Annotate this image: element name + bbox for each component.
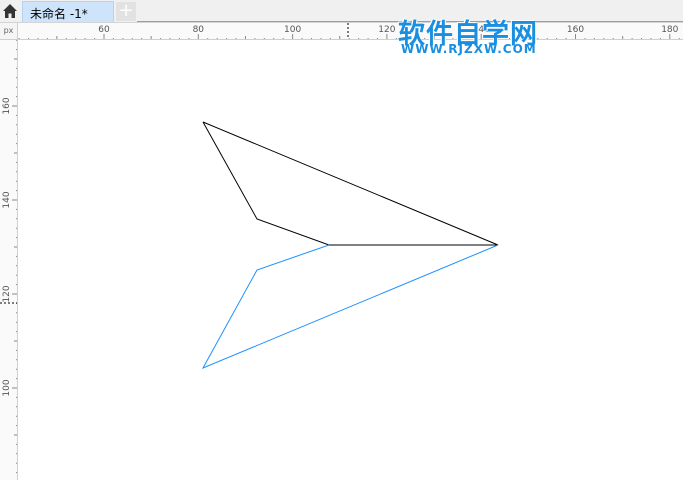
vertical-ruler-ticks: 160 140 120 100 [0,40,17,474]
tab-divider [137,21,683,22]
ruler-tick-label: 140 [2,191,12,208]
drawing-canvas[interactable] [18,40,683,480]
ruler-tick-label: 100 [284,25,301,35]
shape-drawing [201,121,499,370]
ruler-tick-label: 100 [2,379,12,396]
ruler-tick-label: 160 [567,25,584,35]
ruler-tick-label: 180 [661,25,678,35]
shape-lower-path[interactable] [201,244,499,370]
new-tab-button[interactable]: + [116,2,136,21]
ruler-tick-label: 60 [98,25,110,35]
shape-upper-path[interactable] [202,121,499,246]
tab-bar: 未命名 -1* + [0,0,683,23]
ruler-tick-label: 120 [2,285,12,302]
ruler-tick-label: 120 [378,25,395,35]
vertical-ruler[interactable]: 160 140 120 100 [0,40,18,480]
horizontal-ruler-ticks: 60 80 100 120 140 160 180 [18,23,680,39]
ruler-tick-label: 160 [2,97,12,114]
document-tab[interactable]: 未命名 -1* [22,1,114,22]
ruler-unit-label: px [3,26,14,35]
ruler-corner[interactable]: px [0,23,18,40]
home-icon [3,4,17,18]
document-tab-label: 未命名 -1* [30,7,88,21]
ruler-tick-label: 140 [473,25,490,35]
horizontal-ruler[interactable]: 60 80 100 120 140 160 180 [18,23,683,40]
plus-icon: + [118,0,134,21]
home-button[interactable] [0,0,20,22]
ruler-tick-label: 80 [193,25,205,35]
